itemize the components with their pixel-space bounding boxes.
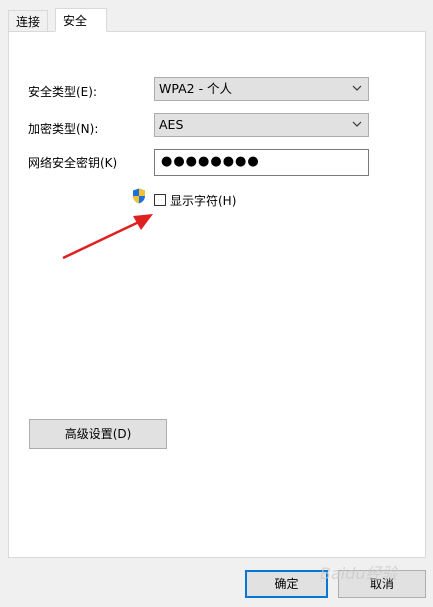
- tab-connect[interactable]: 连接: [8, 10, 49, 32]
- uac-shield-icon: [133, 188, 145, 204]
- cancel-button[interactable]: 取消: [338, 570, 426, 598]
- encryption-type-label: 加密类型(N):: [28, 122, 99, 136]
- network-key-label: 网络安全密钥(K): [28, 156, 118, 170]
- show-chars-label[interactable]: 显示字符(H): [170, 192, 236, 209]
- chevron-down-icon: [352, 121, 362, 127]
- encryption-type-value: AES: [159, 117, 184, 132]
- advanced-settings-button[interactable]: 高级设置(D): [29, 419, 167, 449]
- security-panel: 安全类型(E): WPA2 - 个人 加密类型(N): AES 网络安全密钥(K…: [8, 31, 426, 558]
- security-type-select[interactable]: WPA2 - 个人: [154, 77, 369, 101]
- chevron-down-icon: [352, 85, 362, 91]
- security-type-value: WPA2 - 个人: [159, 81, 233, 96]
- show-chars-checkbox[interactable]: [154, 194, 166, 206]
- annotation-arrow: [62, 214, 153, 260]
- tab-security[interactable]: 安全: [55, 8, 107, 32]
- encryption-type-select[interactable]: AES: [154, 113, 369, 137]
- security-type-label: 安全类型(E):: [28, 85, 97, 99]
- network-key-input[interactable]: ●●●●●●●●: [154, 149, 369, 176]
- ok-button[interactable]: 确定: [245, 570, 328, 598]
